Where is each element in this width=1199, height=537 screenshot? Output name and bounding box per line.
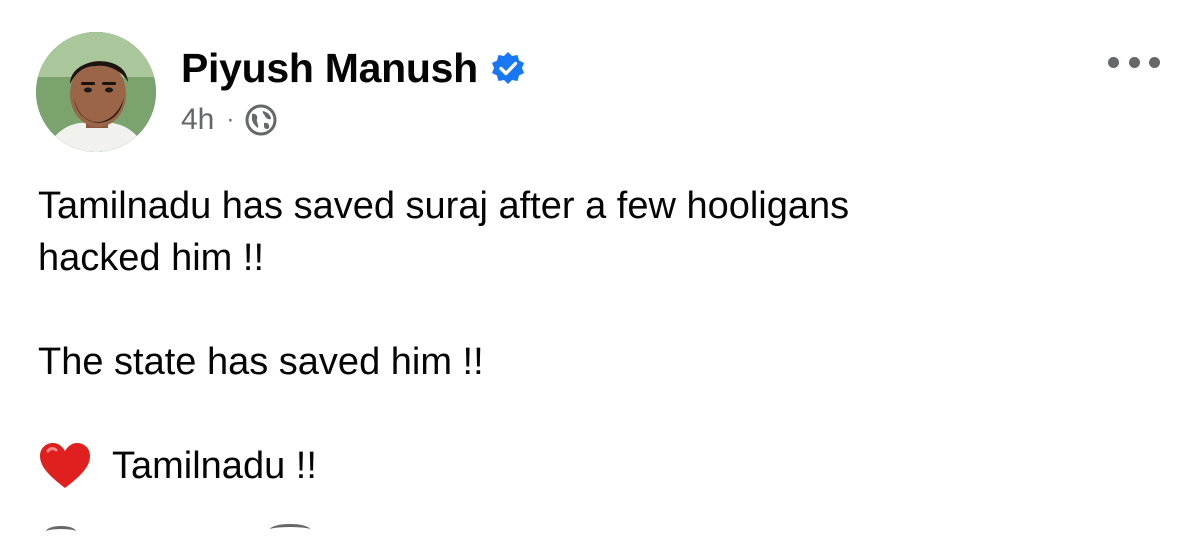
post-timestamp[interactable]: 4h [181,103,214,137]
verified-badge-icon [490,50,526,86]
author-name[interactable]: Piyush Manush [181,45,478,92]
more-dot [1108,56,1119,68]
post-meta: 4h · [181,100,278,140]
more-options-icon[interactable] [1108,50,1160,74]
post-text-line: hacked him !! [38,237,264,279]
post-text-line: Tamilnadu has saved suraj after a few ho… [38,185,850,227]
facebook-post: Piyush Manush 4h · Tamilnadu has saved s… [0,0,1199,530]
post-body: Tamilnadu has saved suraj after a few ho… [38,180,1158,492]
meta-separator: · [226,106,235,133]
author-header: Piyush Manush [181,42,526,94]
post-text-line: The state has saved him !! [38,341,484,383]
post-text-tail: Tamilnadu !! [112,445,317,487]
like-reaction-icon[interactable] [46,526,76,537]
post-text-line: Tamilnadu !! [38,440,1158,492]
red-heart-icon [38,442,92,490]
author-avatar[interactable] [36,32,156,152]
globe-icon[interactable] [244,103,278,137]
reactions-bar-edge [0,522,1199,530]
more-dot [1128,56,1140,68]
more-dot [1149,56,1160,68]
